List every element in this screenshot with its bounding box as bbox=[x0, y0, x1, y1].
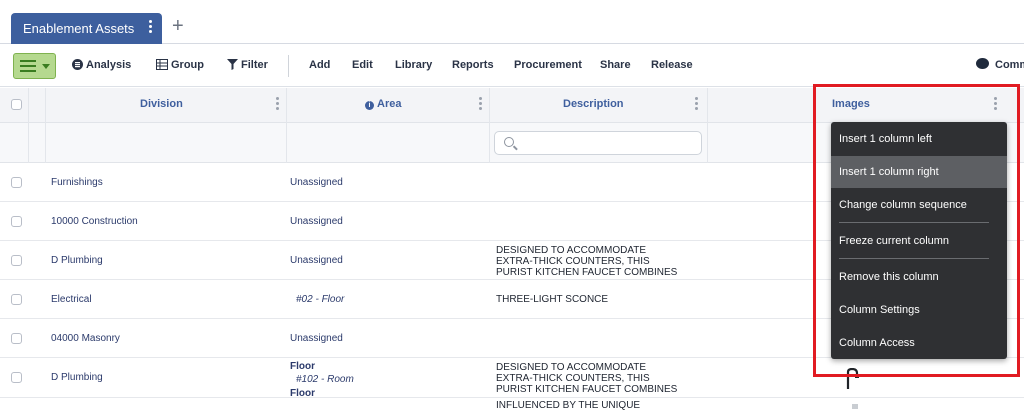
description-line: DESIGNED TO ACCOMMODATE bbox=[496, 245, 647, 256]
toolbar: Analysis Group Filter Add Edit Library R… bbox=[0, 45, 1024, 87]
product-image-thumbnail[interactable] bbox=[851, 402, 859, 410]
comment-icon[interactable] bbox=[976, 58, 989, 69]
description-line: PURIST KITCHEN FAUCET COMBINES bbox=[496, 267, 678, 278]
tab-options-icon[interactable] bbox=[149, 20, 153, 34]
add-tab-button[interactable]: + bbox=[172, 16, 184, 36]
division-cell: 10000 Construction bbox=[51, 216, 138, 227]
area-room-label: #102 - Room bbox=[296, 374, 354, 385]
column-header-description[interactable]: Description bbox=[563, 98, 624, 110]
description-line: EXTRA-THICK COUNTERS, THIS bbox=[496, 256, 650, 267]
row-checkbox[interactable] bbox=[11, 177, 22, 188]
tab-strip: Enablement Assets + bbox=[0, 0, 1024, 44]
group-icon bbox=[156, 59, 168, 70]
analysis-icon bbox=[72, 59, 83, 70]
tab-label: Enablement Assets bbox=[23, 21, 135, 36]
division-options-icon[interactable] bbox=[276, 97, 279, 112]
row-checkbox[interactable] bbox=[11, 216, 22, 227]
group-button[interactable]: Group bbox=[156, 59, 204, 71]
toolbar-divider bbox=[288, 55, 289, 77]
description-line: EXTRA-THICK COUNTERS, THIS bbox=[496, 373, 650, 384]
description-line: THREE-LIGHT SCONCE bbox=[496, 294, 609, 305]
description-line: PURIST KITCHEN FAUCET COMBINES bbox=[496, 384, 678, 395]
column-header-division[interactable]: Division bbox=[140, 98, 183, 110]
column-header-area[interactable]: i Area bbox=[365, 98, 401, 110]
release-button[interactable]: Release bbox=[651, 59, 693, 71]
division-cell: Electrical bbox=[51, 294, 92, 305]
add-button[interactable]: Add bbox=[309, 59, 330, 71]
analysis-button[interactable]: Analysis bbox=[72, 59, 131, 71]
row-checkbox[interactable] bbox=[11, 255, 22, 266]
edit-button[interactable]: Edit bbox=[352, 59, 373, 71]
hamburger-menu-button[interactable] bbox=[13, 53, 56, 79]
area-cell: Unassigned bbox=[290, 177, 343, 188]
search-icon bbox=[504, 137, 514, 147]
row-checkbox[interactable] bbox=[11, 333, 22, 344]
division-cell: D Plumbing bbox=[51, 372, 103, 383]
area-header-label: Area bbox=[377, 98, 402, 110]
division-cell: Furnishings bbox=[51, 177, 103, 188]
division-cell: 04000 Masonry bbox=[51, 333, 120, 344]
filter-button[interactable]: Filter bbox=[227, 59, 268, 71]
chevron-down-icon bbox=[42, 64, 50, 69]
description-search-input[interactable] bbox=[494, 131, 702, 155]
hamburger-icon bbox=[20, 60, 36, 75]
select-all-checkbox[interactable] bbox=[11, 99, 22, 110]
description-line: DESIGNED TO ACCOMMODATE bbox=[496, 362, 647, 373]
row-checkbox[interactable] bbox=[11, 372, 22, 383]
filter-icon bbox=[227, 59, 238, 70]
table-row[interactable]: INFLUENCED BY THE UNIQUE bbox=[0, 398, 1024, 411]
description-line: INFLUENCED BY THE UNIQUE bbox=[496, 400, 641, 411]
library-button[interactable]: Library bbox=[395, 59, 432, 71]
area-cell: #02 - Floor bbox=[296, 294, 345, 305]
procurement-button[interactable]: Procurement bbox=[514, 59, 582, 71]
row-checkbox[interactable] bbox=[11, 294, 22, 305]
area-cell: Unassigned bbox=[290, 333, 343, 344]
area-cell: Unassigned bbox=[290, 216, 343, 227]
division-cell: D Plumbing bbox=[51, 255, 103, 266]
filter-label: Filter bbox=[241, 59, 268, 71]
area-options-icon[interactable] bbox=[479, 97, 482, 112]
info-icon: i bbox=[365, 101, 374, 110]
area-cell: Unassigned bbox=[290, 255, 343, 266]
description-options-icon[interactable] bbox=[695, 97, 698, 112]
share-button[interactable]: Share bbox=[600, 59, 631, 71]
reports-button[interactable]: Reports bbox=[452, 59, 494, 71]
analysis-label: Analysis bbox=[86, 59, 132, 71]
highlight-annotation bbox=[813, 84, 1020, 377]
comments-button[interactable]: Comm bbox=[995, 59, 1024, 71]
group-label: Group bbox=[171, 59, 204, 71]
tab-enablement-assets[interactable]: Enablement Assets bbox=[11, 13, 162, 44]
area-floor-label: Floor bbox=[290, 361, 315, 372]
